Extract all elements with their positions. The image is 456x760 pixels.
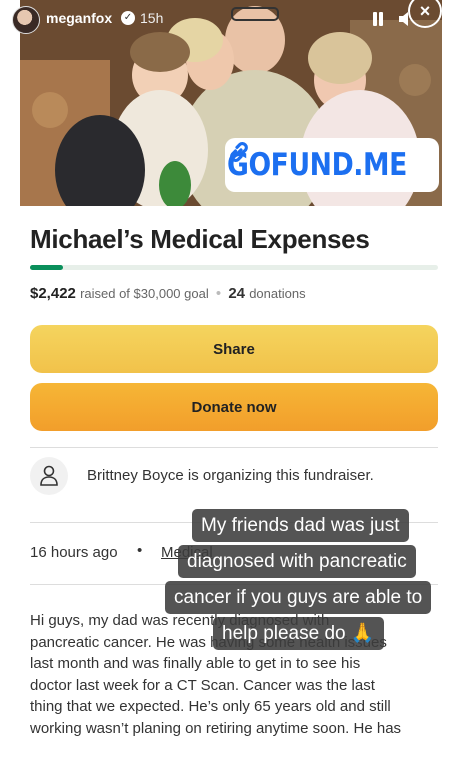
organizer-text: Brittney Boyce is organizing this fundra…	[87, 467, 374, 484]
fundraiser-title: Michael’s Medical Expenses	[30, 224, 370, 254]
gofundme-link-sticker[interactable]: GOFUND.ME	[225, 138, 439, 192]
caption-line: diagnosed with pancreatic	[178, 545, 416, 578]
caption-line: My friends dad was just	[192, 509, 409, 542]
divider	[30, 447, 438, 448]
pause-icon[interactable]	[373, 12, 383, 26]
verified-badge-icon: ✓	[121, 11, 135, 25]
story-line: thing that we expected. He’s only 65 yea…	[30, 698, 391, 715]
close-icon[interactable]: ×	[408, 0, 442, 28]
story-line: working wasn’t planing on retiring anyti…	[30, 719, 402, 737]
gofundme-link-text: GOFUND.ME	[227, 147, 408, 183]
raised-amount: $2,422	[30, 285, 76, 302]
separator-dot: •	[215, 285, 222, 302]
username[interactable]: meganfox	[46, 10, 112, 26]
progress-bar-fill	[30, 265, 63, 270]
meta-bullet: •	[137, 542, 143, 559]
organizer-avatar	[30, 457, 68, 495]
avatar[interactable]	[12, 6, 40, 34]
raised-summary: $2,422 raised of $30,000 goal • 24 donat…	[30, 285, 306, 302]
donation-count: 24	[228, 285, 246, 302]
caption-line: help please do 🙏	[213, 617, 384, 650]
story-timestamp: 15h	[140, 10, 164, 26]
raised-goal-label: raised of $30,000 goal	[80, 286, 209, 301]
posted-time: 16 hours ago	[30, 544, 118, 561]
person-icon	[40, 465, 58, 486]
story-header: meganfox ✓ 15h ×	[0, 0, 456, 38]
share-button[interactable]: Share	[30, 325, 438, 373]
story-line: doctor last week for a CT Scan. Cancer w…	[30, 676, 375, 694]
donate-button[interactable]: Donate now	[30, 383, 438, 431]
story-line: last month and was finally able to get i…	[30, 655, 361, 672]
progress-bar	[30, 265, 438, 270]
story-viewer: GOFUND.ME meganfox ✓ 15h × Michael’s Med…	[0, 0, 456, 760]
donations-label: donations	[249, 286, 306, 301]
caption-line: cancer if you guys are able to	[165, 581, 432, 614]
